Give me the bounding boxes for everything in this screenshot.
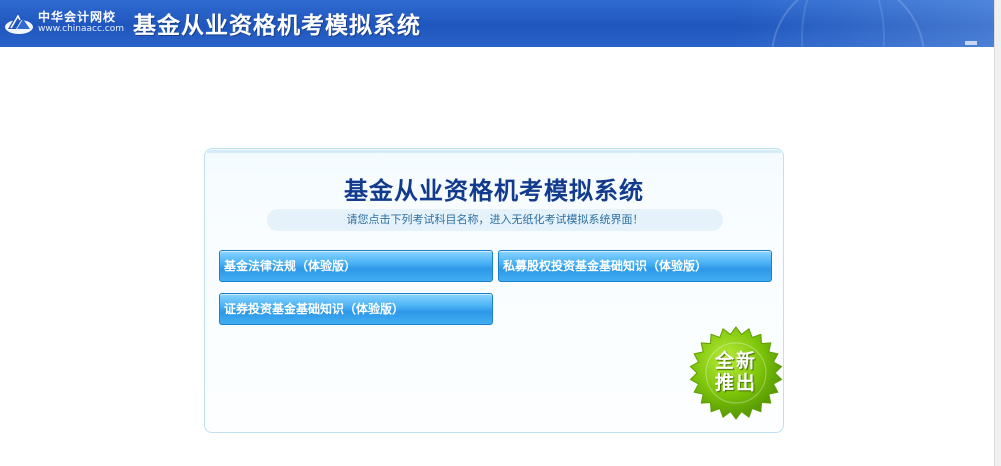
chinaacc-logo-icon (5, 12, 33, 34)
page: 中华会计网校 www.chinaacc.com 基金从业资格机考模拟系统 基金从… (0, 0, 1001, 466)
exam-selection-panel: 基金从业资格机考模拟系统 请您点击下列考试科目名称，进入无纸化考试模拟系统界面！… (204, 148, 784, 433)
new-release-badge: 全新 推出 (689, 326, 783, 420)
panel-title: 基金从业资格机考模拟系统 (344, 177, 644, 205)
site-logo[interactable]: 中华会计网校 www.chinaacc.com (4, 4, 124, 42)
header-banner: 中华会计网校 www.chinaacc.com 基金从业资格机考模拟系统 (0, 0, 995, 47)
header-title: 基金从业资格机考模拟系统 (133, 13, 421, 39)
header-dots (965, 41, 977, 45)
subject-button-fund-law[interactable]: 基金法律法规（体验版） (219, 250, 493, 282)
badge-line-2: 推出 (714, 372, 757, 394)
badge-text: 全新 推出 (689, 326, 783, 420)
logo-chinese-name: 中华会计网校 (38, 10, 117, 24)
subject-button-securities-fund[interactable]: 证券投资基金基础知识（体验版） (219, 293, 493, 325)
header-fade (735, 0, 995, 47)
logo-url: www.chinaacc.com (38, 24, 124, 34)
badge-line-1: 全新 (714, 350, 757, 372)
panel-instruction: 请您点击下列考试科目名称，进入无纸化考试模拟系统界面！ (267, 209, 723, 231)
scrollbar[interactable] (994, 0, 1001, 466)
subject-button-private-equity[interactable]: 私募股权投资基金基础知识（体验版） (498, 250, 772, 282)
